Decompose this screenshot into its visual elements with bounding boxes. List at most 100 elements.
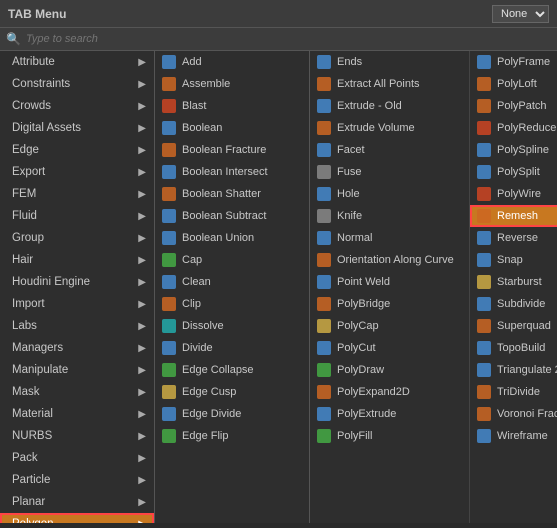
menu-item-point-weld[interactable]: Point Weld [310,271,469,293]
menu-item-polyspline[interactable]: PolySpline [470,139,557,161]
menu-item-edge-flip[interactable]: Edge Flip [155,425,309,447]
sidebar-item-label: Crowds [12,100,51,112]
menu-item-blast[interactable]: Blast [155,95,309,117]
sidebar-arrow-icon: ▶ [138,475,146,486]
menu-item-label: Clip [182,298,201,310]
menu-item-edge-divide[interactable]: Edge Divide [155,403,309,425]
sidebar-item-nurbs[interactable]: NURBS▶ [0,425,154,447]
menu-item-reverse[interactable]: Reverse [470,227,557,249]
sidebar-item-constraints[interactable]: Constraints▶ [0,73,154,95]
none-select[interactable]: None [492,5,549,23]
sidebar-item-pack[interactable]: Pack▶ [0,447,154,469]
menu-item-polydraw[interactable]: PolyDraw [310,359,469,381]
menu-item-label: Add [182,56,202,68]
menu-item-polysplit[interactable]: PolySplit [470,161,557,183]
sidebar-item-crowds[interactable]: Crowds▶ [0,95,154,117]
menu-item-label: TriDivide [497,386,540,398]
sidebar-item-planar[interactable]: Planar▶ [0,491,154,513]
menu-item-starburst[interactable]: Starburst [470,271,557,293]
menu-item-divide[interactable]: Divide [155,337,309,359]
menu-item-add[interactable]: Add [155,51,309,73]
sidebar-item-mask[interactable]: Mask▶ [0,381,154,403]
search-input[interactable] [26,33,146,45]
menu-item-facet[interactable]: Facet [310,139,469,161]
menu-item-ends[interactable]: Ends [310,51,469,73]
sidebar-item-material[interactable]: Material▶ [0,403,154,425]
menu-item-wireframe[interactable]: Wireframe [470,425,557,447]
menu-item-triangulate-2[interactable]: Triangulate 2 [470,359,557,381]
menu-item-polybridge[interactable]: PolyBridge [310,293,469,315]
menu-item-polyextrude[interactable]: PolyExtrude [310,403,469,425]
menu-item-superquad[interactable]: Superquad [470,315,557,337]
menu-item-polypatch[interactable]: PolyPatch [470,95,557,117]
menu-item-cap[interactable]: Cap [155,249,309,271]
menu-item-extrude-volume[interactable]: Extrude Volume [310,117,469,139]
sidebar-item-attribute[interactable]: Attribute▶ [0,51,154,73]
edge-cusp-icon [161,384,177,400]
sidebar-item-group[interactable]: Group▶ [0,227,154,249]
menu-item-knife[interactable]: Knife [310,205,469,227]
menu-item-edge-collapse[interactable]: Edge Collapse [155,359,309,381]
menu-item-normal[interactable]: Normal [310,227,469,249]
sidebar-arrow-icon: ▶ [138,321,146,332]
menu-item-label: PolyBridge [337,298,390,310]
superquad-icon [476,318,492,334]
menu-item-clip[interactable]: Clip [155,293,309,315]
menu-item-boolean-intersect[interactable]: Boolean Intersect [155,161,309,183]
topobuild-icon [476,340,492,356]
menu-item-voronoi-fracture[interactable]: Voronoi Fracture [470,403,557,425]
menu-item-boolean[interactable]: Boolean [155,117,309,139]
sidebar-item-hair[interactable]: Hair▶ [0,249,154,271]
sidebar-item-polygon[interactable]: Polygon▶ [0,513,154,523]
menu-item-topobuild[interactable]: TopoBuild [470,337,557,359]
extract-icon [316,76,332,92]
sidebar-item-houdini-engine[interactable]: Houdini Engine▶ [0,271,154,293]
menu-item-snap[interactable]: Snap [470,249,557,271]
menu-item-fuse[interactable]: Fuse [310,161,469,183]
menu-item-polyloft[interactable]: PolyLoft [470,73,557,95]
menu-item-tridivide[interactable]: TriDivide [470,381,557,403]
menu-item-edge-cusp[interactable]: Edge Cusp [155,381,309,403]
menu-item-boolean-fracture[interactable]: Boolean Fracture [155,139,309,161]
sidebar-item-manipulate[interactable]: Manipulate▶ [0,359,154,381]
menu-item-orientation-along-curve[interactable]: Orientation Along Curve [310,249,469,271]
menu-item-polyfill[interactable]: PolyFill [310,425,469,447]
menu-item-remesh[interactable]: Remesh [470,205,557,227]
menu-item-polyexpand2d[interactable]: PolyExpand2D [310,381,469,403]
menu-item-extrude---old[interactable]: Extrude - Old [310,95,469,117]
sidebar-item-label: Managers [12,342,63,354]
tab-menu-container: TAB Menu None 🔍 Attribute▶Constraints▶Cr… [0,0,557,528]
menu-item-polyreduce[interactable]: PolyReduce [470,117,557,139]
sidebar-item-particle[interactable]: Particle▶ [0,469,154,491]
menu-item-label: Edge Cusp [182,386,236,398]
weld-icon [316,274,332,290]
sidebar-item-import[interactable]: Import▶ [0,293,154,315]
menu-item-boolean-subtract[interactable]: Boolean Subtract [155,205,309,227]
menu-item-dissolve[interactable]: Dissolve [155,315,309,337]
sidebar-item-fem[interactable]: FEM▶ [0,183,154,205]
sidebar-item-label: Attribute [12,56,55,68]
sidebar-item-labs[interactable]: Labs▶ [0,315,154,337]
menu-item-boolean-shatter[interactable]: Boolean Shatter [155,183,309,205]
menu-item-label: Knife [337,210,362,222]
menu-item-subdivide[interactable]: Subdivide [470,293,557,315]
facet-icon [316,142,332,158]
menu-item-polywire[interactable]: PolyWire [470,183,557,205]
menu-item-clean[interactable]: Clean [155,271,309,293]
sidebar-item-fluid[interactable]: Fluid▶ [0,205,154,227]
menu-item-boolean-union[interactable]: Boolean Union [155,227,309,249]
menu-item-hole[interactable]: Hole [310,183,469,205]
sidebar-item-edge[interactable]: Edge▶ [0,139,154,161]
menu-item-assemble[interactable]: Assemble [155,73,309,95]
polyframe-icon [476,54,492,70]
divide-icon [161,340,177,356]
sidebar-item-managers[interactable]: Managers▶ [0,337,154,359]
sidebar-arrow-icon: ▶ [138,519,146,524]
menu-item-polycut[interactable]: PolyCut [310,337,469,359]
sidebar-item-digital-assets[interactable]: Digital Assets▶ [0,117,154,139]
menu-item-polyframe[interactable]: PolyFrame [470,51,557,73]
sidebar-item-export[interactable]: Export▶ [0,161,154,183]
menu-item-extract-all-points[interactable]: Extract All Points [310,73,469,95]
menu-item-polycap[interactable]: PolyCap [310,315,469,337]
sidebar-arrow-icon: ▶ [138,497,146,508]
